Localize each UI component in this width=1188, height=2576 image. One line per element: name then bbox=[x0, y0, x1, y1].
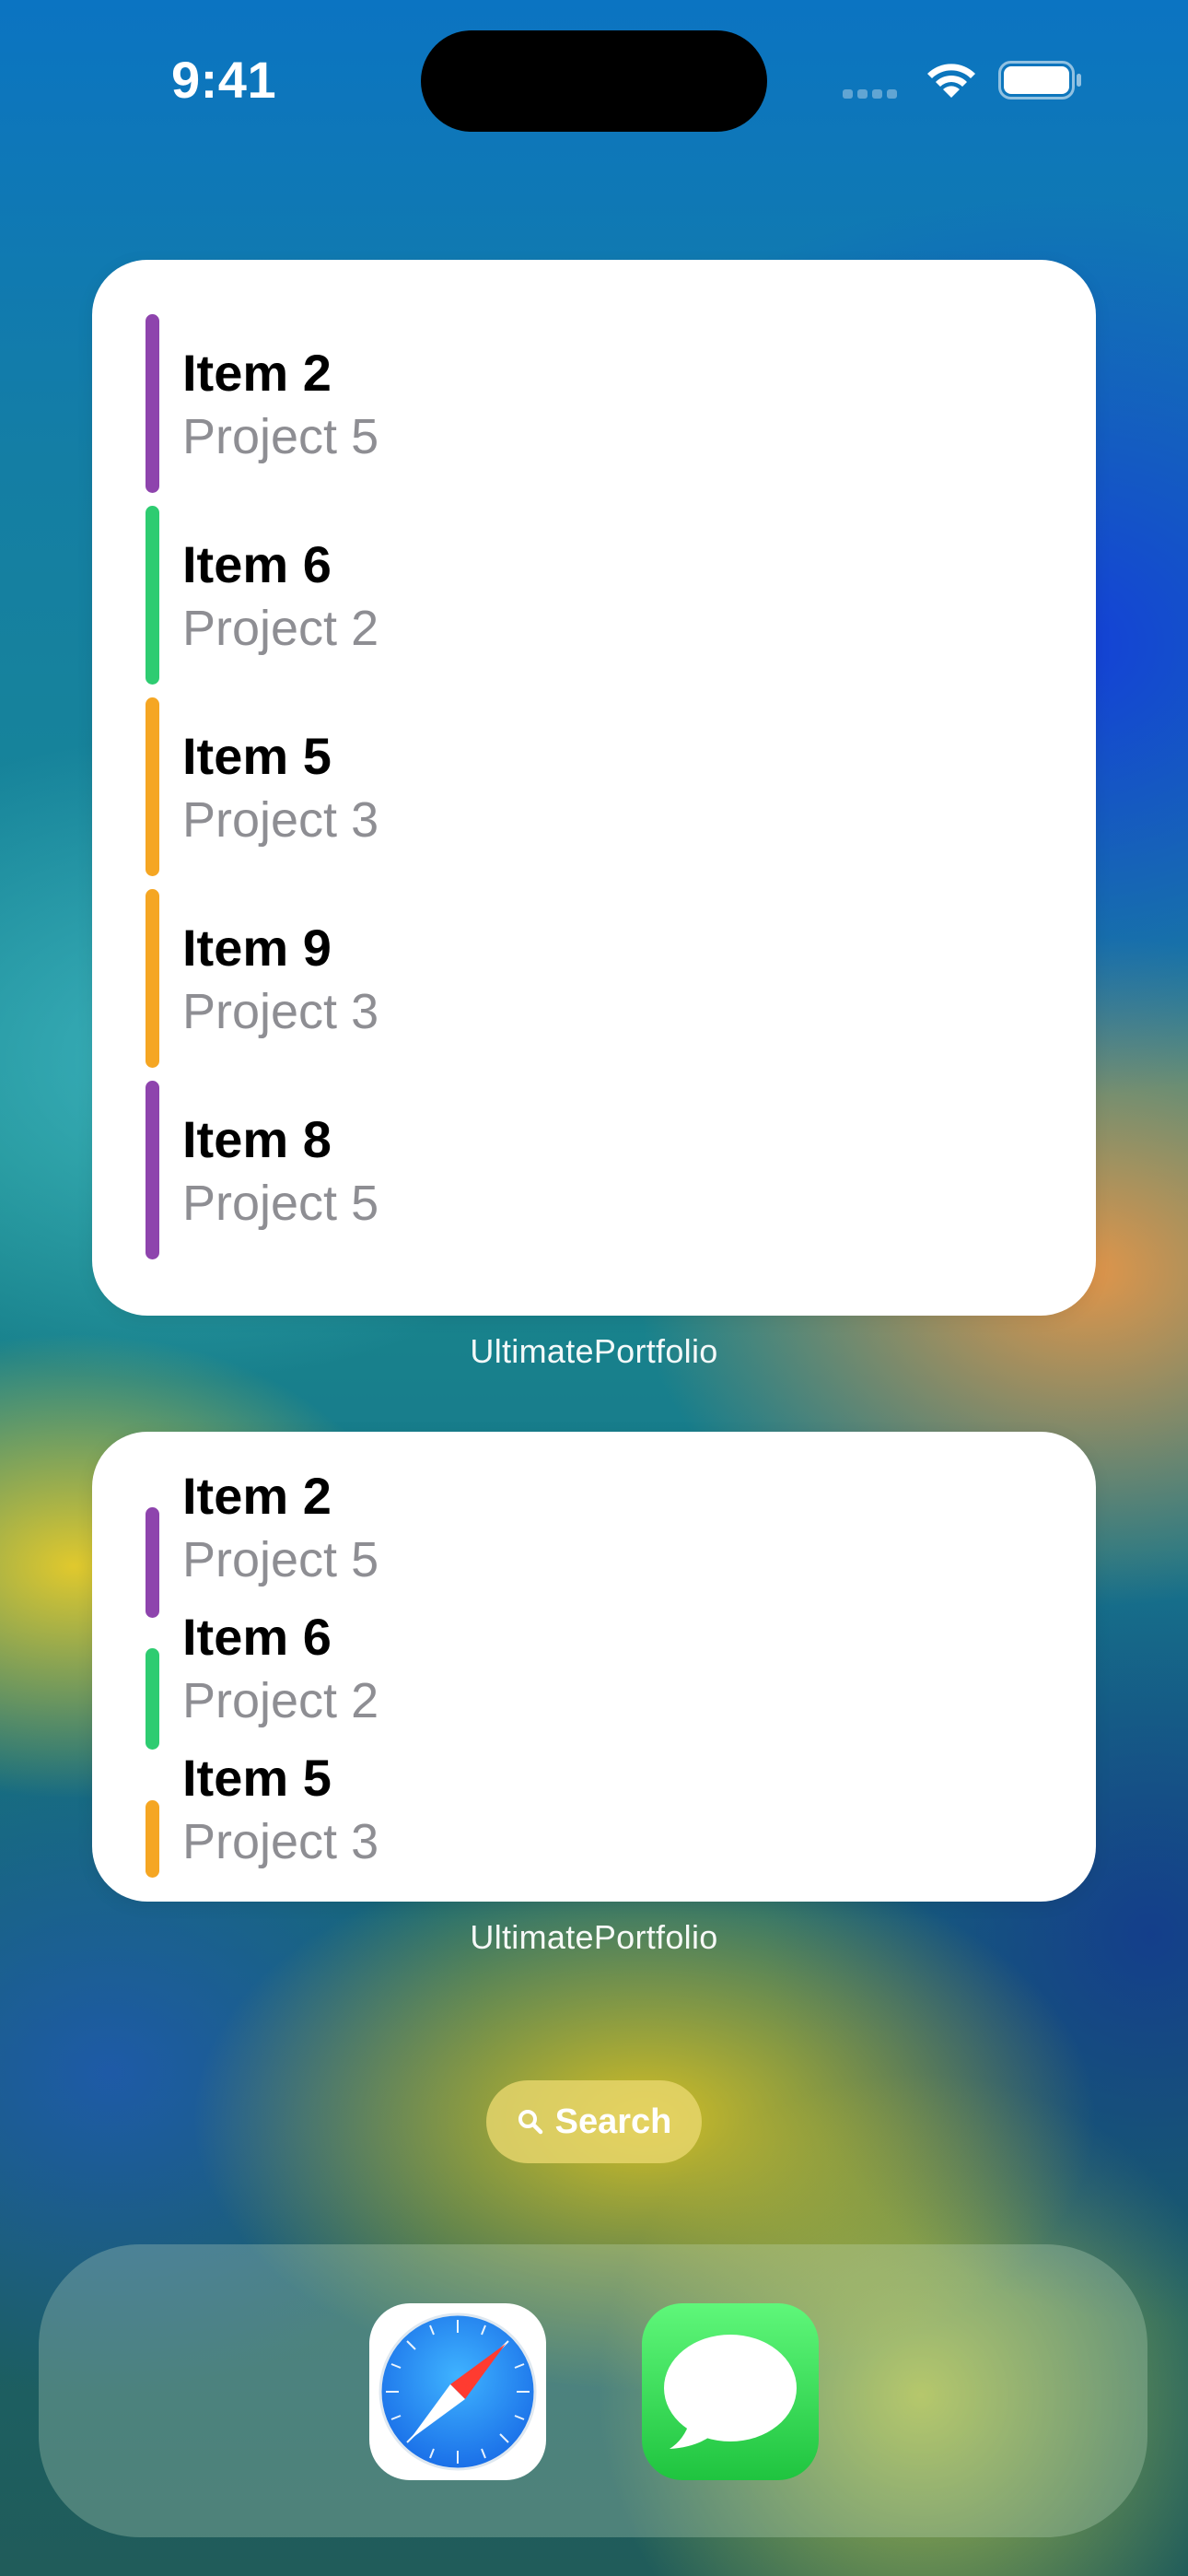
item-project: Project 5 bbox=[182, 409, 379, 464]
widget-label: UltimatePortfolio bbox=[470, 1918, 718, 1956]
dock bbox=[39, 2244, 1147, 2537]
item-project: Project 3 bbox=[182, 792, 379, 848]
messages-bubble-icon bbox=[664, 2335, 797, 2449]
widget-item[interactable]: Item 6 Project 2 bbox=[146, 506, 1059, 685]
item-title: Item 6 bbox=[182, 1608, 332, 1666]
widget-item[interactable]: Item 5 Project 3 bbox=[146, 697, 1059, 876]
widget-item[interactable]: Item 2 Project 5 bbox=[146, 1467, 1059, 1618]
item-title: Item 2 bbox=[182, 1467, 332, 1525]
project-color-bar bbox=[146, 1507, 159, 1618]
item-project: Project 5 bbox=[182, 1176, 379, 1231]
battery-icon bbox=[998, 61, 1081, 100]
widget-item[interactable]: Item 8 Project 5 bbox=[146, 1081, 1059, 1259]
wifi-icon bbox=[927, 64, 975, 98]
item-title: Item 5 bbox=[182, 727, 332, 785]
widget-item[interactable]: Item 9 Project 3 bbox=[146, 889, 1059, 1068]
item-title: Item 9 bbox=[182, 919, 332, 977]
item-project: Project 2 bbox=[182, 1673, 379, 1728]
safari-app-icon[interactable] bbox=[369, 2303, 546, 2480]
item-project: Project 2 bbox=[182, 601, 379, 656]
widget-label: UltimatePortfolio bbox=[470, 1332, 718, 1370]
status-time: 9:41 bbox=[171, 51, 277, 109]
item-project: Project 3 bbox=[182, 1814, 379, 1869]
project-color-bar bbox=[146, 314, 159, 493]
project-color-bar bbox=[146, 506, 159, 685]
item-title: Item 2 bbox=[182, 344, 332, 402]
widget-item[interactable]: Item 6 Project 2 bbox=[146, 1608, 1059, 1750]
widget-item[interactable]: Item 5 Project 3 bbox=[146, 1749, 1059, 1878]
project-color-bar bbox=[146, 1648, 159, 1750]
project-color-bar bbox=[146, 697, 159, 876]
item-title: Item 8 bbox=[182, 1110, 332, 1168]
project-color-bar bbox=[146, 1800, 159, 1878]
widget-item[interactable]: Item 2 Project 5 bbox=[146, 314, 1059, 493]
dynamic-island bbox=[421, 30, 767, 132]
portfolio-widget-medium[interactable]: Item 2 Project 5 Item 6 Project 2 Item 5… bbox=[92, 1432, 1096, 1902]
project-color-bar bbox=[146, 1081, 159, 1259]
item-project: Project 5 bbox=[182, 1532, 379, 1587]
messages-app-icon[interactable] bbox=[642, 2303, 819, 2480]
status-bar: 9:41 bbox=[0, 0, 1188, 147]
item-project: Project 3 bbox=[182, 984, 379, 1039]
safari-compass-icon bbox=[379, 2313, 537, 2471]
item-title: Item 5 bbox=[182, 1749, 332, 1807]
spotlight-search-button[interactable]: Search bbox=[486, 2080, 702, 2163]
item-title: Item 6 bbox=[182, 535, 332, 593]
search-label: Search bbox=[554, 2102, 672, 2141]
magnifying-glass-icon bbox=[518, 2110, 542, 2135]
cellular-signal-icon bbox=[843, 87, 905, 99]
portfolio-widget-large[interactable]: Item 2 Project 5 Item 6 Project 2 Item 5… bbox=[92, 260, 1096, 1316]
project-color-bar bbox=[146, 889, 159, 1068]
